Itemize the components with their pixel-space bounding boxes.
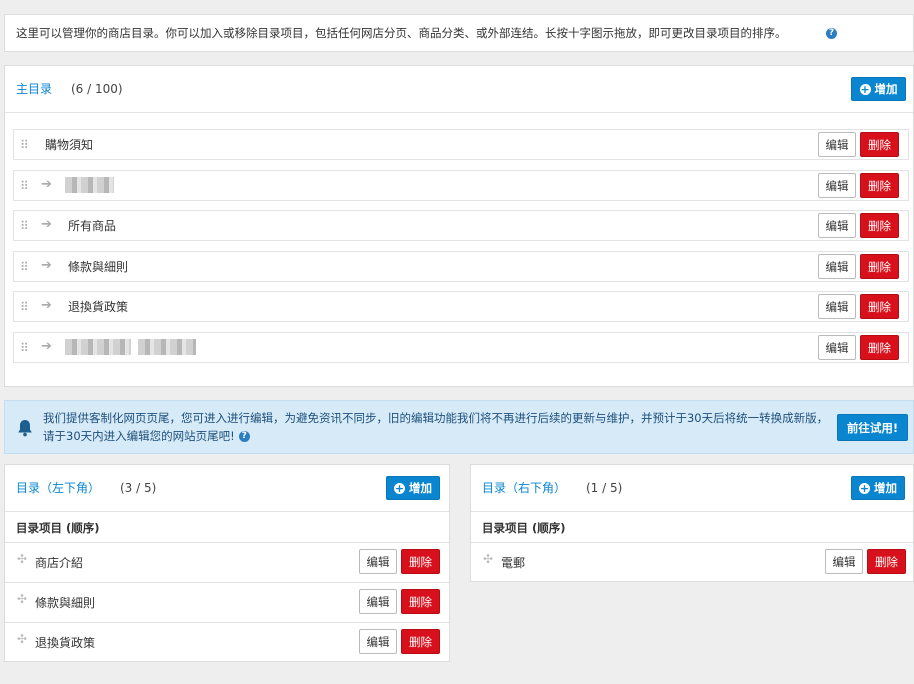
menu-item-label: 條款與細則 bbox=[68, 260, 129, 274]
footer-menu-row[interactable]: ✣ 電郵 编辑 删除 bbox=[471, 543, 913, 583]
arrow-right-icon: ➔ bbox=[41, 298, 52, 313]
drag-handle-icon[interactable]: ⠿ bbox=[20, 180, 29, 192]
move-cross-icon[interactable]: ✣ bbox=[17, 633, 27, 645]
arrow-right-icon: ➔ bbox=[41, 258, 52, 273]
arrow-right-icon: ➔ bbox=[41, 339, 52, 354]
footer-notice-banner: 我们提供客制化网页页尾，您可进入进行编辑，为避免资讯不同步，旧的编辑功能我们将不… bbox=[4, 400, 914, 454]
footer-left-panel: 目录（左下角） (3 / 5) + 增加 目录项目 (顺序) ✣ 商店介紹 编辑 删除… bbox=[4, 464, 450, 662]
footer-right-count: (1 / 5) bbox=[586, 481, 623, 495]
main-menu-add-button[interactable]: + 增加 bbox=[851, 77, 906, 101]
menu-row[interactable]: ⠿ ➔ 條款與細則 编辑 删除 bbox=[13, 251, 909, 282]
move-cross-icon[interactable]: ✣ bbox=[17, 593, 27, 605]
delete-button[interactable]: 删除 bbox=[860, 335, 899, 360]
footer-right-add-button[interactable]: + 增加 bbox=[851, 476, 905, 500]
footer-menu-row[interactable]: ✣ 條款與細則 编辑 删除 bbox=[5, 583, 449, 623]
delete-button[interactable]: 删除 bbox=[860, 173, 899, 198]
redacted-label bbox=[138, 339, 196, 355]
footer-left-add-button[interactable]: + 增加 bbox=[386, 476, 440, 500]
intro-text: 这里可以管理你的商店目录。你可以加入或移除目录项目，包括任何网店分页、商品分类、… bbox=[16, 26, 787, 40]
footer-menu-row[interactable]: ✣ 商店介紹 编辑 删除 bbox=[5, 543, 449, 583]
question-circle-icon[interactable]: ? bbox=[826, 28, 837, 39]
menu-item-label: 所有商品 bbox=[68, 219, 117, 233]
drag-handle-icon[interactable]: ⠿ bbox=[20, 342, 29, 354]
question-circle-icon[interactable]: ? bbox=[238, 430, 250, 442]
delete-button[interactable]: 删除 bbox=[860, 213, 899, 238]
footer-right-col-header: 目录项目 (顺序) bbox=[482, 521, 566, 535]
plus-circle-icon: + bbox=[859, 82, 871, 96]
menu-item-label: 購物須知 bbox=[45, 138, 94, 152]
menu-row[interactable]: ⠿ ➔ 所有商品 编辑 删除 bbox=[13, 210, 909, 241]
intro-panel: 这里可以管理你的商店目录。你可以加入或移除目录项目，包括任何网店分页、商品分类、… bbox=[4, 14, 914, 52]
menu-row[interactable]: ⠿ ➔ 编辑 删除 bbox=[13, 170, 909, 201]
edit-button[interactable]: 编辑 bbox=[818, 294, 856, 319]
delete-button[interactable]: 删除 bbox=[867, 549, 906, 574]
edit-button[interactable]: 编辑 bbox=[818, 335, 856, 360]
plus-circle-icon: + bbox=[859, 481, 870, 495]
footer-right-panel: 目录（右下角） (1 / 5) + 增加 目录项目 (顺序) ✣ 電郵 编辑 删除 bbox=[470, 464, 914, 582]
edit-button[interactable]: 编辑 bbox=[818, 213, 856, 238]
footer-left-col-header: 目录项目 (顺序) bbox=[16, 521, 100, 535]
delete-button[interactable]: 删除 bbox=[401, 629, 440, 654]
delete-button[interactable]: 删除 bbox=[860, 294, 899, 319]
main-menu-title: 主目录 bbox=[16, 82, 53, 96]
edit-button[interactable]: 编辑 bbox=[818, 132, 856, 157]
edit-button[interactable]: 编辑 bbox=[825, 549, 863, 574]
arrow-right-icon: ➔ bbox=[41, 217, 52, 232]
edit-button[interactable]: 编辑 bbox=[818, 254, 856, 279]
drag-handle-icon[interactable]: ⠿ bbox=[20, 220, 29, 232]
drag-handle-icon[interactable]: ⠿ bbox=[20, 301, 29, 313]
main-menu-panel: 主目录 (6 / 100) + 增加 ⠿ 購物須知 编辑 删除 ⠿ ➔ 编辑 删除 ⠿ ➔ 所有商品… bbox=[4, 65, 914, 387]
arrow-right-icon: ➔ bbox=[41, 177, 52, 192]
menu-item-label: 退換貨政策 bbox=[68, 300, 129, 314]
footer-left-count: (3 / 5) bbox=[120, 481, 157, 495]
footer-right-title: 目录（右下角） bbox=[482, 481, 567, 495]
divider bbox=[471, 511, 913, 512]
redacted-label bbox=[65, 177, 114, 193]
edit-button[interactable]: 编辑 bbox=[359, 549, 397, 574]
main-menu-count: (6 / 100) bbox=[71, 82, 123, 96]
divider bbox=[5, 112, 913, 113]
edit-button[interactable]: 编辑 bbox=[359, 629, 397, 654]
menu-row[interactable]: ⠿ ➔ 编辑 删除 bbox=[13, 332, 909, 363]
delete-button[interactable]: 删除 bbox=[401, 549, 440, 574]
menu-row[interactable]: ⠿ ➔ 退換貨政策 编辑 删除 bbox=[13, 291, 909, 322]
delete-button[interactable]: 删除 bbox=[860, 254, 899, 279]
notice-text: 我们提供客制化网页页尾，您可进入进行编辑，为避免资讯不同步，旧的编辑功能我们将不… bbox=[43, 411, 829, 443]
try-now-button[interactable]: 前往试用! bbox=[837, 414, 908, 441]
redacted-label bbox=[65, 339, 131, 355]
footer-item-label: 商店介紹 bbox=[35, 556, 84, 570]
plus-circle-icon: + bbox=[394, 481, 405, 495]
footer-item-label: 電郵 bbox=[501, 556, 526, 570]
footer-item-label: 條款與細則 bbox=[35, 596, 96, 610]
move-cross-icon[interactable]: ✣ bbox=[483, 553, 493, 565]
footer-item-label: 退換貨政策 bbox=[35, 636, 96, 650]
edit-button[interactable]: 编辑 bbox=[818, 173, 856, 198]
delete-button[interactable]: 删除 bbox=[860, 132, 899, 157]
menu-row[interactable]: ⠿ 購物須知 编辑 删除 bbox=[13, 129, 909, 160]
divider bbox=[5, 511, 449, 512]
drag-handle-icon[interactable]: ⠿ bbox=[20, 139, 29, 151]
footer-left-title: 目录（左下角） bbox=[16, 481, 101, 495]
footer-menu-row[interactable]: ✣ 退換貨政策 编辑 删除 bbox=[5, 623, 449, 663]
drag-handle-icon[interactable]: ⠿ bbox=[20, 261, 29, 273]
delete-button[interactable]: 删除 bbox=[401, 589, 440, 614]
bell-icon bbox=[18, 420, 32, 437]
edit-button[interactable]: 编辑 bbox=[359, 589, 397, 614]
move-cross-icon[interactable]: ✣ bbox=[17, 553, 27, 565]
